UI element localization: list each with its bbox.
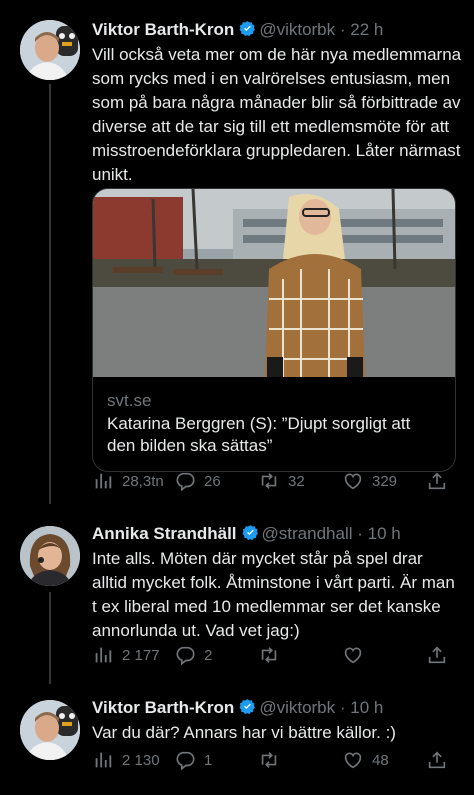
share-icon — [428, 472, 446, 490]
author-handle[interactable]: @viktorbk — [259, 698, 335, 717]
like-button[interactable]: 48 — [342, 749, 389, 771]
like-button[interactable]: 329 — [342, 470, 397, 492]
retweet-icon — [261, 752, 277, 768]
views-icon — [95, 473, 112, 489]
reply-icon — [176, 472, 195, 492]
reply-icon — [176, 751, 195, 771]
verified-badge-icon — [239, 699, 256, 715]
separator-dot: · — [357, 524, 363, 543]
action-bar: 2 177 2 — [92, 644, 454, 670]
verified-badge-icon — [242, 525, 258, 541]
timestamp[interactable]: 10 h — [350, 698, 383, 717]
retweet-button[interactable] — [258, 749, 288, 771]
views-button[interactable]: 2 177 — [92, 644, 160, 666]
avatar[interactable] — [20, 526, 80, 586]
like-icon — [344, 752, 362, 769]
views-count: 2 130 — [122, 751, 160, 769]
action-bar: 2 130 1 48 — [92, 749, 454, 775]
views-button[interactable]: 2 130 — [92, 749, 160, 771]
tweet-header: Viktor Barth-Kron @viktorbk · 10 h — [92, 698, 383, 718]
separator-dot: · — [339, 698, 346, 717]
link-card[interactable]: svt.se Katarina Berggren (S): ”Djupt sor… — [92, 188, 456, 472]
share-icon — [428, 646, 446, 664]
avatar[interactable] — [20, 700, 80, 760]
author-name[interactable]: Annika Strandhäll — [92, 524, 237, 543]
views-button[interactable]: 28,3tn — [92, 470, 164, 492]
like-icon — [344, 473, 362, 490]
reply-icon — [176, 646, 195, 666]
tweet-text: Vill också veta mer om de här nya medlem… — [92, 45, 462, 184]
thread-line — [49, 592, 51, 684]
avatar[interactable] — [20, 20, 80, 80]
card-image — [93, 189, 455, 377]
reply-count: 26 — [204, 472, 221, 490]
reply-button[interactable]: 2 — [174, 644, 212, 666]
card-domain: svt.se — [107, 391, 152, 410]
reply-count: 1 — [204, 751, 213, 769]
card-title: Katarina Berggren (S): ”Djupt sorgligt a… — [107, 414, 411, 455]
views-icon — [95, 752, 112, 768]
tweet-text: Inte alls. Möten där mycket står på spel… — [92, 549, 455, 640]
timestamp[interactable]: 10 h — [368, 524, 401, 543]
author-handle[interactable]: @strandhall — [262, 524, 353, 543]
share-icon — [428, 751, 446, 769]
like-count: 329 — [372, 472, 398, 490]
retweet-icon — [261, 473, 277, 489]
share-button[interactable] — [426, 470, 448, 492]
tweet-text: Var du där? Annars har vi bättre källor.… — [92, 723, 396, 742]
like-button[interactable] — [342, 644, 372, 666]
retweet-count: 32 — [288, 472, 305, 490]
reply-count: 2 — [204, 646, 213, 664]
author-handle[interactable]: @viktorbk — [259, 20, 335, 39]
retweet-icon — [261, 647, 277, 663]
retweet-button[interactable] — [258, 644, 288, 666]
reply-button[interactable]: 1 — [174, 749, 212, 771]
like-icon — [344, 647, 362, 664]
reply-button[interactable]: 26 — [174, 470, 221, 492]
verified-badge-icon — [239, 21, 256, 37]
thread-line — [49, 84, 51, 504]
author-name[interactable]: Viktor Barth-Kron — [92, 20, 234, 39]
views-count: 28,3tn — [122, 472, 164, 490]
retweet-button[interactable]: 32 — [258, 470, 305, 492]
separator-dot: · — [339, 20, 346, 39]
share-button[interactable] — [426, 644, 448, 666]
share-button[interactable] — [426, 749, 448, 771]
views-icon — [95, 647, 112, 663]
tweet-header: Viktor Barth-Kron @viktorbk · 22 h — [92, 20, 383, 40]
timestamp[interactable]: 22 h — [350, 20, 383, 39]
author-name[interactable]: Viktor Barth-Kron — [92, 698, 234, 717]
action-bar: 28,3tn 26 32 329 — [92, 470, 454, 496]
views-count: 2 177 — [122, 646, 160, 664]
like-count: 48 — [372, 751, 389, 769]
tweet-header: Annika Strandhäll @strandhall · 10 h — [92, 524, 401, 544]
